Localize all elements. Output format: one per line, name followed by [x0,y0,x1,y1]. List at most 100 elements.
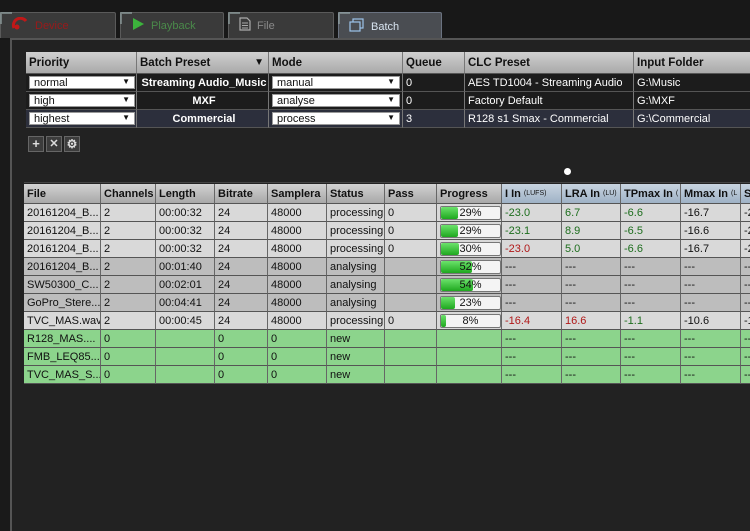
mode-select[interactable]: manual ▼ [272,76,400,89]
col-bitrate[interactable]: Bitrate [215,184,268,204]
preset-table-header: Priority Batch Preset ▼ Mode Queue CLC P… [26,52,750,74]
table-row[interactable]: 20161204_B... 2 00:01:40 24 48000 analysing 52… [24,258,750,276]
mmax-in-cell: --- [681,348,741,366]
tab-device-label: Device [35,19,69,32]
queue-cell: 3 [403,110,465,128]
table-row[interactable]: TVC_MAS_S...000new-------------- [24,366,750,384]
file-icon [239,17,251,34]
batch-panel: Priority Batch Preset ▼ Mode Queue CLC P… [10,38,750,531]
tab-corner [228,12,240,24]
preset-row[interactable]: normal ▼ Streaming Audio_Music manual ▼ 0 AES … [26,74,750,92]
samplerate-cell: 48000 [268,204,327,222]
col-tpmax-in[interactable]: TPmax In( [621,184,681,204]
mmax-in-cell: -16.7 [681,240,741,258]
col-mmax-in[interactable]: Mmax In (L [681,184,741,204]
chevron-down-icon: ▼ [387,77,395,86]
col-samplerate[interactable]: Samplera [268,184,327,204]
col-i-in-label: I In [505,187,521,200]
priority-cell: high ▼ [26,92,137,110]
tpmax-in-cell: -1.1 [621,312,681,330]
table-row[interactable]: FMB_LEQ85....000new-------------- [24,348,750,366]
col-priority[interactable]: Priority [26,52,137,74]
tab-corner [0,12,12,24]
channels-cell: 2 [101,258,156,276]
tab-playback[interactable]: Playback [120,12,224,38]
col-file[interactable]: File [24,184,101,204]
samplerate-cell: 48000 [268,258,327,276]
mode-select[interactable]: analyse ▼ [272,94,400,107]
samplerate-cell: 48000 [268,240,327,258]
col-mode[interactable]: Mode [269,52,403,74]
input-folder-cell: G:\Music [634,74,750,92]
col-input-folder[interactable]: Input Folder [634,52,750,74]
progress-bar: 30% [440,241,501,256]
table-row[interactable]: 20161204_B... 2 00:00:32 24 48000 processing 0… [24,222,750,240]
input-folder-cell: G:\Commercial [634,110,750,128]
clc-preset-cell: Factory Default [465,92,634,110]
col-i-in[interactable]: I In (LUFS) [502,184,562,204]
add-preset-button[interactable]: + [28,136,44,152]
table-row[interactable]: GoPro_Stere... 2 00:04:41 24 48000 analysing 2… [24,294,750,312]
file-table-header: File Channels Length Bitrate Samplera St… [24,184,750,204]
mode-value: manual [277,76,314,89]
clc-preset-cell: R128 s1 Smax - Commercial [465,110,634,128]
tab-batch[interactable]: Batch [338,12,442,40]
length-cell: 00:02:01 [156,276,215,294]
col-pass[interactable]: Pass [385,184,437,204]
table-row[interactable]: R128_MAS....000new-------------- [24,330,750,348]
progress-cell [437,366,502,384]
pass-cell [385,348,437,366]
priority-select[interactable]: normal ▼ [29,76,135,89]
s-cell: -- [741,330,750,348]
col-lra-in[interactable]: LRA In (LU) [562,184,621,204]
tab-file[interactable]: File [228,12,334,38]
col-status[interactable]: Status [327,184,385,204]
col-progress[interactable]: Progress [437,184,502,204]
channels-cell: 2 [101,222,156,240]
i-in-cell: --- [502,258,562,276]
status-cell: analysing [327,294,385,312]
pass-cell: 0 [385,204,437,222]
table-row[interactable]: TVC_MAS.wav 2 00:00:45 24 48000 processing 0 8%… [24,312,750,330]
lra-in-cell: 6.7 [562,204,621,222]
col-s[interactable]: S [741,184,750,204]
col-clc-preset[interactable]: CLC Preset [465,52,634,74]
preset-row[interactable]: highest ▼ Commercial process ▼ 3 R128 s1 Smax … [26,110,750,128]
col-queue[interactable]: Queue [403,52,465,74]
device-icon [11,16,29,34]
pass-cell [385,330,437,348]
priority-cell: normal ▼ [26,74,137,92]
table-row[interactable]: 20161204_B... 2 00:00:32 24 48000 processing 0… [24,204,750,222]
preset-row[interactable]: high ▼ MXF analyse ▼ 0 Factory Default G:\MXF [26,92,750,110]
length-cell: 00:00:32 [156,240,215,258]
col-batch-preset[interactable]: Batch Preset ▼ [137,52,269,74]
mode-select[interactable]: process ▼ [272,112,400,125]
table-row[interactable]: SW50300_C... 2 00:02:01 24 48000 analysing 54%… [24,276,750,294]
bitrate-cell: 0 [215,366,268,384]
progress-cell: 8% [437,312,502,330]
i-in-cell: --- [502,330,562,348]
remove-preset-button[interactable]: ✕ [46,136,62,152]
chevron-down-icon: ▼ [122,113,130,122]
col-channels[interactable]: Channels [101,184,156,204]
progress-label: 8% [462,314,479,327]
preset-settings-button[interactable]: ⚙ [64,136,80,152]
tab-device[interactable]: Device [0,12,116,38]
col-tpmax-in-unit: ( [675,190,679,197]
s-cell: -2 [741,240,750,258]
progress-bar: 29% [440,205,501,220]
splitter-handle[interactable] [564,168,571,175]
chevron-down-icon: ▼ [387,113,395,122]
tab-playback-label: Playback [151,19,196,32]
mmax-in-cell: -10.6 [681,312,741,330]
tpmax-in-cell: --- [621,348,681,366]
channels-cell: 0 [101,366,156,384]
mmax-in-cell: -16.6 [681,222,741,240]
priority-select[interactable]: highest ▼ [29,112,135,125]
status-cell: analysing [327,276,385,294]
table-row[interactable]: 20161204_B... 2 00:00:32 24 48000 processing 0… [24,240,750,258]
status-cell: processing [327,204,385,222]
col-tpmax-in-label: TPmax In [624,187,673,200]
col-length[interactable]: Length [156,184,215,204]
priority-select[interactable]: high ▼ [29,94,135,107]
